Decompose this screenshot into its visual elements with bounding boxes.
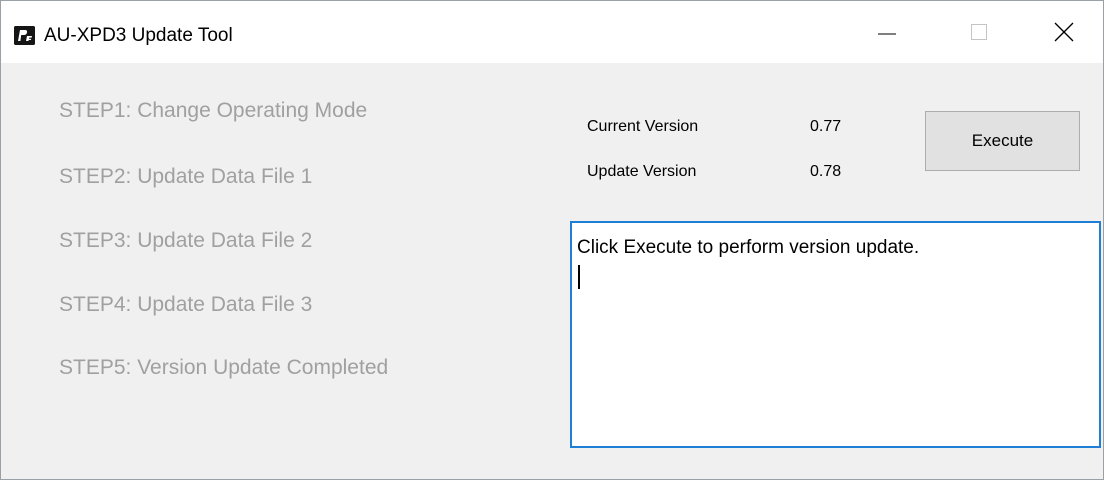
maximize-icon xyxy=(971,24,987,40)
step-5-label: STEP5: Version Update Completed xyxy=(59,356,389,379)
current-version-label: Current Version xyxy=(587,118,699,135)
execute-button[interactable]: Execute xyxy=(925,111,1080,171)
minimize-icon xyxy=(878,33,896,35)
app-logo-icon xyxy=(14,26,35,45)
maximize-button[interactable] xyxy=(933,1,1025,63)
text-caret xyxy=(578,265,580,289)
close-button[interactable] xyxy=(1025,1,1103,63)
update-tool-window: AU-XPD3 Update Tool STEP1: Change Operat… xyxy=(0,0,1104,480)
step-2-label: STEP2: Update Data File 1 xyxy=(59,165,313,188)
update-version-label: Update Version xyxy=(587,163,697,180)
log-output-textbox[interactable]: Click Execute to perform version update. xyxy=(570,221,1101,448)
log-message: Click Execute to perform version update. xyxy=(577,237,920,258)
update-version-value: 0.78 xyxy=(810,163,842,180)
minimize-button[interactable] xyxy=(841,1,933,63)
step-1-label: STEP1: Change Operating Mode xyxy=(59,99,368,122)
window-title: AU-XPD3 Update Tool xyxy=(44,25,233,46)
step-4-label: STEP4: Update Data File 3 xyxy=(59,293,313,316)
current-version-value: 0.77 xyxy=(810,118,842,135)
close-icon xyxy=(1054,22,1074,42)
step-3-label: STEP3: Update Data File 2 xyxy=(59,229,313,252)
title-bar[interactable]: AU-XPD3 Update Tool xyxy=(1,1,1103,63)
